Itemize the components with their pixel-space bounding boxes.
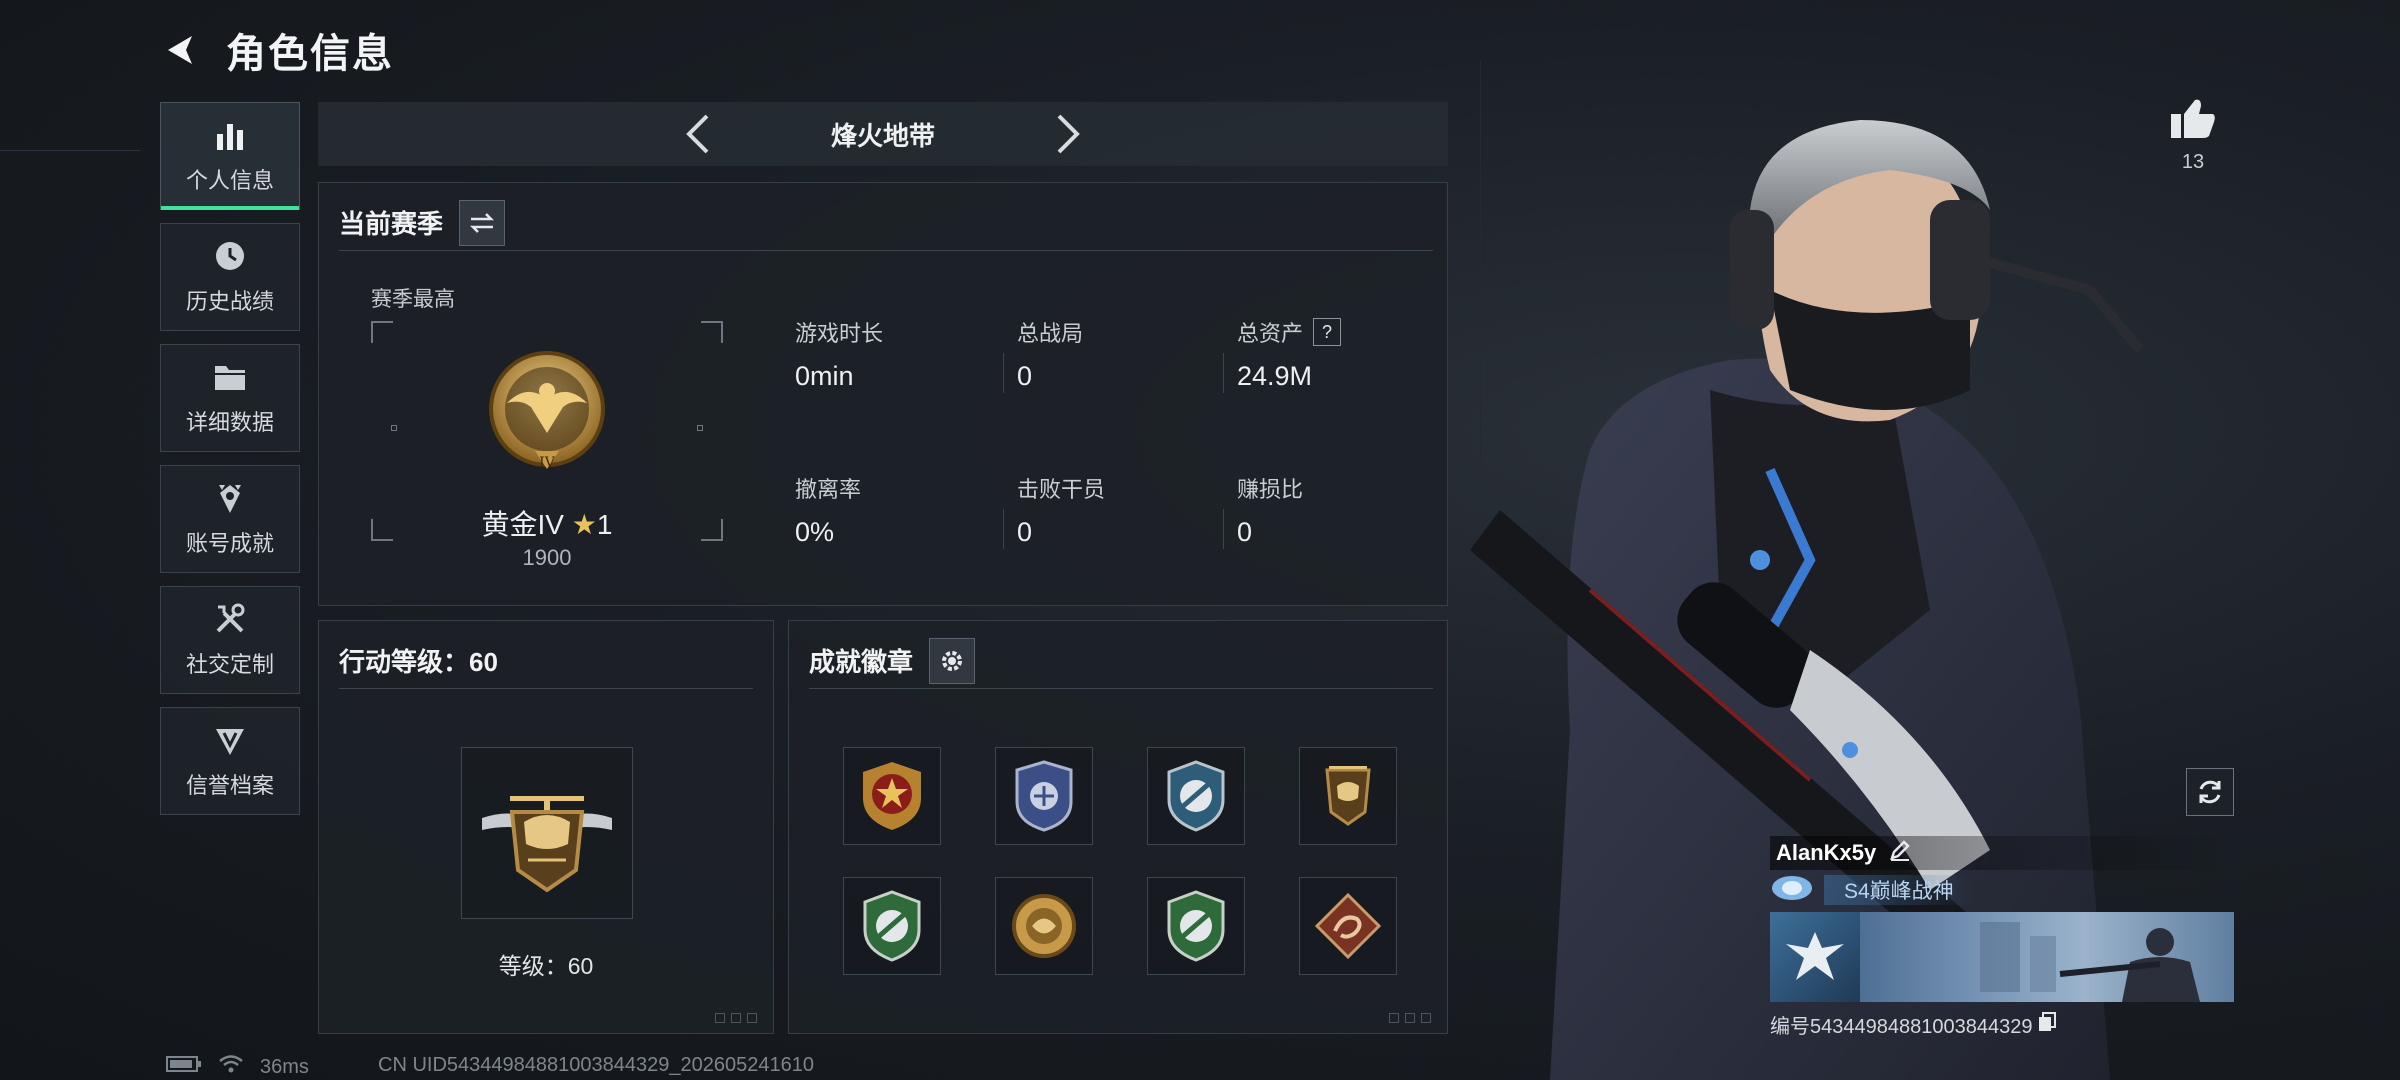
- badge-slot[interactable]: [843, 877, 941, 975]
- back-arrow-icon[interactable]: [160, 28, 204, 72]
- rank-frame: IV 黄金IV ★1 1900: [371, 321, 723, 570]
- tools-icon: [212, 601, 248, 637]
- sidebar-item-label: 信誉档案: [185, 773, 274, 798]
- eagle-emblem-icon: [1770, 912, 1860, 1002]
- sidebar-item-personal-info[interactable]: 个人信息: [160, 102, 300, 210]
- clock-icon: [212, 238, 248, 274]
- badge-settings-button[interactable]: [929, 637, 976, 684]
- star-icon: ★: [571, 509, 597, 540]
- season-panel-header: 当前赛季: [339, 195, 1433, 251]
- stat-operators-defeated: 击败干员 0: [1003, 473, 1217, 549]
- mode-title: 烽火地带: [830, 120, 935, 151]
- sidebar-item-label: 账号成就: [185, 531, 274, 556]
- sidebar-item-label: 历史战绩: [185, 289, 274, 314]
- uid-text: CN UID5434498488100384432​9_202605241610: [378, 1054, 814, 1076]
- badge-slot[interactable]: [995, 877, 1093, 975]
- player-card: AlanKx5y S4巅峰战神 编号543449848810038443​29: [1770, 836, 2234, 1039]
- rank-score: 1900: [522, 545, 572, 570]
- like-button[interactable]: 13: [2168, 96, 2218, 174]
- gold-coin-badge-icon: [1012, 894, 1076, 958]
- like-count: 13: [2181, 151, 2205, 173]
- gear-icon: [942, 650, 963, 671]
- sidebar-item-achievements[interactable]: 账号成就: [160, 465, 300, 573]
- refresh-model-button[interactable]: [2186, 768, 2234, 816]
- sidebar-item-label: 社交定制: [185, 652, 274, 677]
- title-emblem-icon: [1770, 873, 1814, 908]
- helicopter-level-emblem: [461, 747, 633, 919]
- action-level-panel: 行动等级：60 等级：60: [318, 620, 774, 1034]
- header: 角色信息: [160, 20, 394, 80]
- player-name: AlanKx5y: [1776, 840, 1877, 865]
- badge-slot[interactable]: [995, 747, 1093, 845]
- bar-chart-icon: [212, 117, 248, 153]
- green-rifle-badge-icon: [1167, 890, 1225, 962]
- player-id: 编号543449848810038443​29: [1770, 1016, 2033, 1038]
- mode-selector: 烽火地带: [318, 102, 1448, 166]
- swap-icon: [469, 212, 495, 233]
- sidebar-item-history[interactable]: 历史战绩: [160, 223, 300, 331]
- edit-name-icon[interactable]: [1888, 838, 1912, 868]
- action-level-header: 行动等级：60: [339, 633, 753, 689]
- player-name-row: AlanKx5y: [1770, 836, 2234, 870]
- player-id-row: 编号543449848810038443​29: [1770, 1010, 2234, 1039]
- sidebar-item-label: 详细数据: [185, 410, 274, 435]
- shield-icon: [212, 722, 248, 758]
- season-best-label: 赛季最高: [371, 288, 455, 311]
- wifi-icon: [218, 1054, 244, 1080]
- level-text: 等级：60: [498, 953, 594, 979]
- gold-rank-emblem: IV: [477, 343, 617, 488]
- page-title: 角色信息: [226, 32, 394, 76]
- player-banner[interactable]: [1770, 912, 2234, 1002]
- achievement-icon: [212, 480, 248, 516]
- switch-season-button[interactable]: [459, 199, 506, 246]
- badge-slot[interactable]: [1147, 877, 1245, 975]
- badges-title: 成就徽章: [809, 647, 914, 677]
- thumbs-up-icon: [2171, 99, 2215, 138]
- stat-extraction-rate: 撤离率 0%: [795, 477, 862, 547]
- stat-play-time: 游戏时长 0min: [795, 321, 884, 391]
- season-title: 当前赛季: [339, 209, 444, 239]
- green-rifle-badge-icon: [863, 890, 921, 962]
- previous-mode-button[interactable]: [676, 112, 720, 156]
- red-star-badge-icon: [863, 762, 921, 830]
- sidebar-item-label: 个人信息: [185, 168, 274, 193]
- copy-icon[interactable]: [2038, 1011, 2057, 1038]
- sidebar: 个人信息 历史战绩 详细数据 账号成就 社交定制 信誉档案: [160, 102, 300, 828]
- folder-icon: [212, 359, 248, 395]
- sidebar-item-social[interactable]: 社交定制: [160, 586, 300, 694]
- next-mode-button[interactable]: [1046, 112, 1090, 156]
- blue-police-badge-icon: [1015, 760, 1073, 832]
- action-level-title: 行动等级：60: [339, 647, 498, 677]
- banner-artwork: [1860, 912, 2234, 1002]
- stat-total-matches: 总战局 0: [1003, 317, 1217, 393]
- sidebar-item-detailed-data[interactable]: 详细数据: [160, 344, 300, 452]
- ping-value: 36ms: [260, 1055, 309, 1078]
- player-title: S4巅峰战神: [1824, 875, 1974, 905]
- bg-line: [0, 150, 140, 151]
- player-title-row: S4巅峰战神: [1770, 874, 2234, 906]
- rank-name: 黄金IV ★1: [481, 509, 613, 540]
- status-bar: 36ms: [166, 1054, 309, 1080]
- badge-slot[interactable]: [1147, 747, 1245, 845]
- battery-icon: [166, 1055, 202, 1079]
- badge-slot[interactable]: [843, 747, 941, 845]
- blue-rifle-badge-icon: [1167, 760, 1225, 832]
- svg-text:IV: IV: [539, 455, 556, 471]
- refresh-icon: [2199, 780, 2221, 804]
- season-panel: 当前赛季 赛季最高 IV 黄金IV ★1 1900 游戏时长 0min 总战局 …: [318, 182, 1448, 606]
- sidebar-item-reputation[interactable]: 信誉档案: [160, 707, 300, 815]
